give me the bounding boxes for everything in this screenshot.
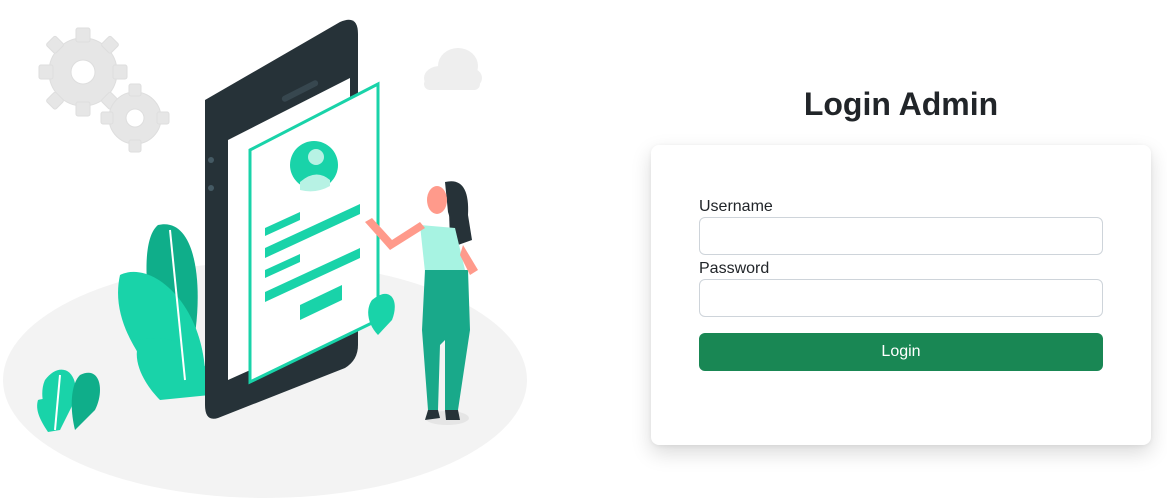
login-button[interactable]: Login: [699, 333, 1103, 371]
password-input[interactable]: [699, 279, 1103, 317]
password-label: Password: [699, 260, 770, 277]
cloud-icon: [424, 48, 482, 90]
page-title: Login Admin: [803, 86, 999, 122]
login-illustration: [0, 0, 560, 502]
login-panel: Login Admin Username Password Login: [651, 0, 1151, 502]
username-input[interactable]: [699, 217, 1103, 255]
login-card: Username Password Login: [651, 145, 1151, 445]
username-label: Username: [699, 198, 773, 215]
